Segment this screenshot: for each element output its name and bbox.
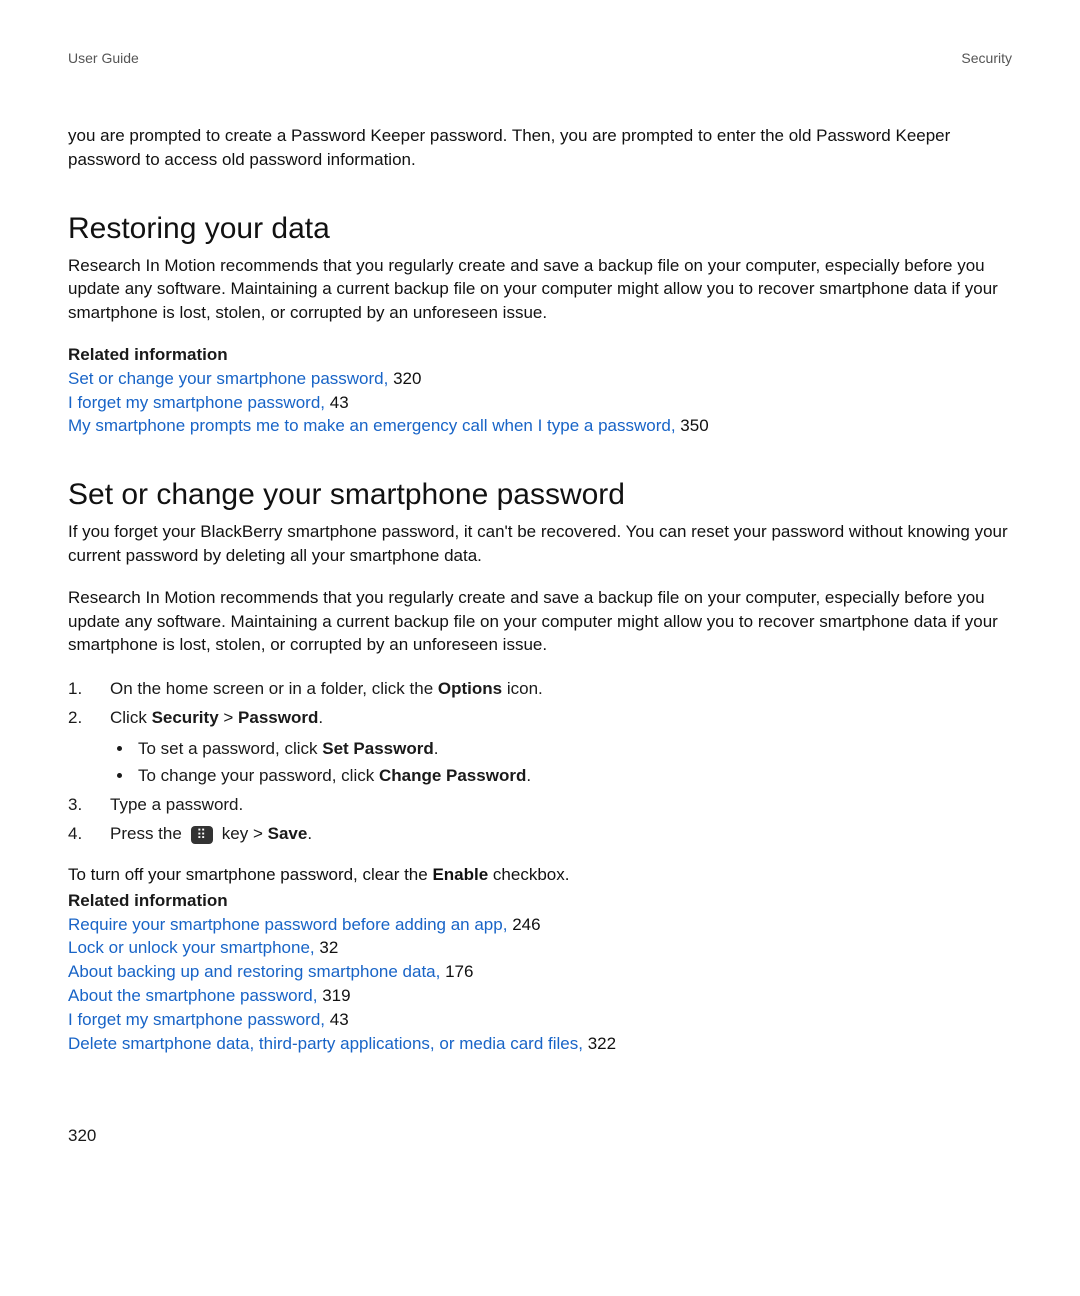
link-text[interactable]: About the smartphone password, xyxy=(68,986,317,1005)
step-text: key > xyxy=(217,824,268,843)
link-text[interactable]: Delete smartphone data, third-party appl… xyxy=(68,1034,583,1053)
link-text[interactable]: Lock or unlock your smartphone, xyxy=(68,938,315,957)
header-left: User Guide xyxy=(68,50,139,66)
heading-set-change: Set or change your smartphone password xyxy=(68,478,1012,512)
closing-paragraph: To turn off your smartphone password, cl… xyxy=(68,863,1012,887)
step-1: On the home screen or in a folder, click… xyxy=(68,675,1012,704)
page-header: User Guide Security xyxy=(68,50,1012,66)
related-link: I forget my smartphone password, 43 xyxy=(68,391,1012,415)
header-right: Security xyxy=(961,50,1012,66)
link-page: 43 xyxy=(330,1010,349,1029)
link-page: 319 xyxy=(322,986,350,1005)
step-text: Click xyxy=(110,708,152,727)
substep-text: . xyxy=(526,766,531,785)
step-text: . xyxy=(318,708,323,727)
step-bold: Security xyxy=(152,708,219,727)
link-text[interactable]: My smartphone prompts me to make an emer… xyxy=(68,416,676,435)
page-number: 320 xyxy=(68,1126,96,1146)
intro-paragraph: you are prompted to create a Password Ke… xyxy=(68,124,1012,172)
document-page: User Guide Security you are prompted to … xyxy=(0,0,1080,1296)
step-text: Press the xyxy=(110,824,187,843)
step-text: Type a password. xyxy=(110,795,243,814)
step-text: > xyxy=(219,708,238,727)
link-text[interactable]: I forget my smartphone password, xyxy=(68,1010,325,1029)
step-bold: Save xyxy=(268,824,308,843)
step-4: Press the ⠿ key > Save. xyxy=(68,820,1012,849)
link-page: 322 xyxy=(588,1034,616,1053)
link-page: 32 xyxy=(319,938,338,957)
step-text: On the home screen or in a folder, click… xyxy=(110,679,438,698)
section2-paragraph-2: Research In Motion recommends that you r… xyxy=(68,586,1012,657)
heading-restoring: Restoring your data xyxy=(68,212,1012,246)
link-page: 246 xyxy=(512,915,540,934)
related-link: My smartphone prompts me to make an emer… xyxy=(68,414,1012,438)
substep-bold: Change Password xyxy=(379,766,526,785)
related-link: Require your smartphone password before … xyxy=(68,913,1012,937)
blackberry-key-icon: ⠿ xyxy=(191,826,214,844)
related-link: About the smartphone password, 319 xyxy=(68,984,1012,1008)
link-text[interactable]: About backing up and restoring smartphon… xyxy=(68,962,440,981)
step-text: . xyxy=(307,824,312,843)
related-link: Set or change your smartphone password, … xyxy=(68,367,1012,391)
substep-bold: Set Password xyxy=(322,739,434,758)
substep-2: To change your password, click Change Pa… xyxy=(134,762,1012,789)
substep-1: To set a password, click Set Password. xyxy=(134,735,1012,762)
section1-paragraph: Research In Motion recommends that you r… xyxy=(68,254,1012,325)
closing-text: checkbox. xyxy=(488,865,569,884)
related-link: Lock or unlock your smartphone, 32 xyxy=(68,936,1012,960)
link-page: 43 xyxy=(330,393,349,412)
step-3: Type a password. xyxy=(68,791,1012,820)
link-text[interactable]: Require your smartphone password before … xyxy=(68,915,507,934)
step-bold: Password xyxy=(238,708,318,727)
substep-text: To set a password, click xyxy=(138,739,322,758)
link-text[interactable]: I forget my smartphone password, xyxy=(68,393,325,412)
closing-bold: Enable xyxy=(432,865,488,884)
section2-paragraph-1: If you forget your BlackBerry smartphone… xyxy=(68,520,1012,568)
link-page: 350 xyxy=(680,416,708,435)
step-text: icon. xyxy=(502,679,543,698)
related-link: Delete smartphone data, third-party appl… xyxy=(68,1032,1012,1056)
link-page: 176 xyxy=(445,962,473,981)
related-link: I forget my smartphone password, 43 xyxy=(68,1008,1012,1032)
closing-text: To turn off your smartphone password, cl… xyxy=(68,865,432,884)
related-information-label-2: Related information xyxy=(68,889,1012,913)
link-text[interactable]: Set or change your smartphone password, xyxy=(68,369,388,388)
related-information-label-1: Related information xyxy=(68,343,1012,367)
step-bold: Options xyxy=(438,679,502,698)
substeps: To set a password, click Set Password. T… xyxy=(110,735,1012,789)
step-2: Click Security > Password. To set a pass… xyxy=(68,704,1012,791)
steps-list: On the home screen or in a folder, click… xyxy=(68,675,1012,849)
substep-text: To change your password, click xyxy=(138,766,379,785)
link-page: 320 xyxy=(393,369,421,388)
related-link: About backing up and restoring smartphon… xyxy=(68,960,1012,984)
substep-text: . xyxy=(434,739,439,758)
